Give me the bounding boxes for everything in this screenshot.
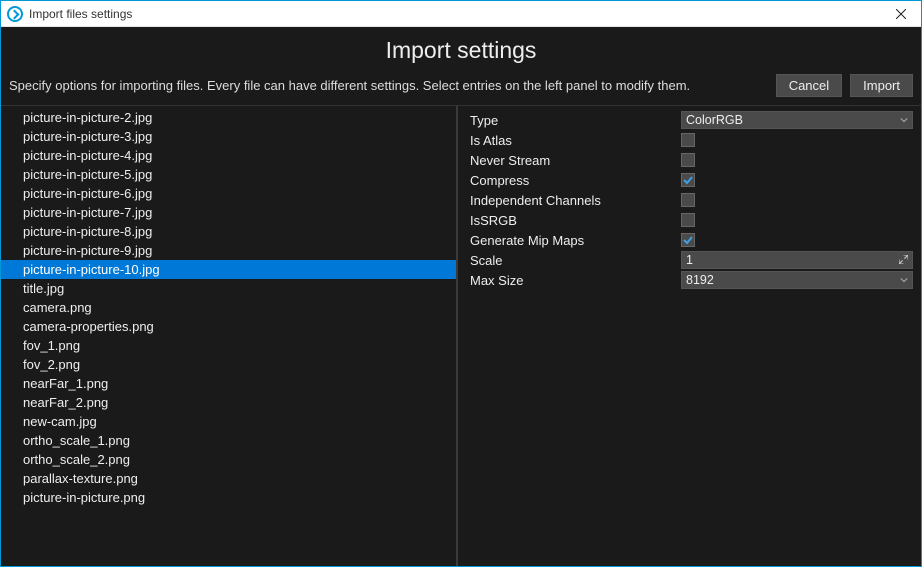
check-icon [682,174,694,186]
check-icon [682,234,694,246]
file-item[interactable]: picture-in-picture-2.jpg [1,108,456,127]
never-stream-checkbox[interactable] [681,153,695,167]
file-item[interactable]: picture-in-picture-7.jpg [1,203,456,222]
prop-label-mipmaps: Generate Mip Maps [466,233,681,248]
file-item[interactable]: picture-in-picture-10.jpg [1,260,456,279]
file-item[interactable]: picture-in-picture-3.jpg [1,127,456,146]
file-item[interactable]: picture-in-picture-5.jpg [1,165,456,184]
app-icon [7,6,23,22]
generate-mipmaps-checkbox[interactable] [681,233,695,247]
import-settings-window: Import files settings Import settings Sp… [0,0,922,567]
prop-label-is-srgb: IsSRGB [466,213,681,228]
file-item[interactable]: camera-properties.png [1,317,456,336]
is-srgb-checkbox[interactable] [681,213,695,227]
is-atlas-checkbox[interactable] [681,133,695,147]
file-item[interactable]: camera.png [1,298,456,317]
expand-icon [899,253,908,267]
type-select[interactable]: ColorRGB [681,111,913,129]
file-item[interactable]: picture-in-picture-8.jpg [1,222,456,241]
cancel-button[interactable]: Cancel [776,74,842,97]
prop-label-is-atlas: Is Atlas [466,133,681,148]
type-select-value: ColorRGB [686,113,743,127]
file-item[interactable]: nearFar_1.png [1,374,456,393]
prop-label-type: Type [466,113,681,128]
panels: picture-in-picture-2.jpgpicture-in-pictu… [1,105,921,566]
file-item[interactable]: fov_2.png [1,355,456,374]
titlebar: Import files settings [1,1,921,27]
subhead-row: Specify options for importing files. Eve… [1,70,921,105]
properties-panel: Type ColorRGB Is Atlas [458,106,921,566]
compress-checkbox[interactable] [681,173,695,187]
independent-channels-checkbox[interactable] [681,193,695,207]
file-item[interactable]: picture-in-picture.png [1,488,456,507]
window-title: Import files settings [29,7,132,21]
content-area: Import settings Specify options for impo… [1,27,921,566]
page-title: Import settings [1,27,921,70]
prop-label-never-stream: Never Stream [466,153,681,168]
close-button[interactable] [881,1,921,27]
prop-label-indep-channels: Independent Channels [466,193,681,208]
prop-label-max-size: Max Size [466,273,681,288]
scale-value: 1 [686,253,693,267]
file-item[interactable]: ortho_scale_1.png [1,431,456,450]
chevron-down-icon [900,113,908,127]
close-icon [896,9,906,19]
file-item[interactable]: ortho_scale_2.png [1,450,456,469]
file-item[interactable]: title.jpg [1,279,456,298]
file-item[interactable]: parallax-texture.png [1,469,456,488]
file-item[interactable]: nearFar_2.png [1,393,456,412]
file-item[interactable]: fov_1.png [1,336,456,355]
max-size-value: 8192 [686,273,714,287]
scale-input[interactable]: 1 [681,251,913,269]
max-size-select[interactable]: 8192 [681,271,913,289]
file-item[interactable]: picture-in-picture-6.jpg [1,184,456,203]
file-list[interactable]: picture-in-picture-2.jpgpicture-in-pictu… [1,106,456,566]
import-button[interactable]: Import [850,74,913,97]
file-item[interactable]: picture-in-picture-9.jpg [1,241,456,260]
file-item[interactable]: picture-in-picture-4.jpg [1,146,456,165]
file-item[interactable]: new-cam.jpg [1,412,456,431]
chevron-down-icon [900,273,908,287]
instruction-text: Specify options for importing files. Eve… [9,78,768,93]
prop-label-compress: Compress [466,173,681,188]
prop-label-scale: Scale [466,253,681,268]
